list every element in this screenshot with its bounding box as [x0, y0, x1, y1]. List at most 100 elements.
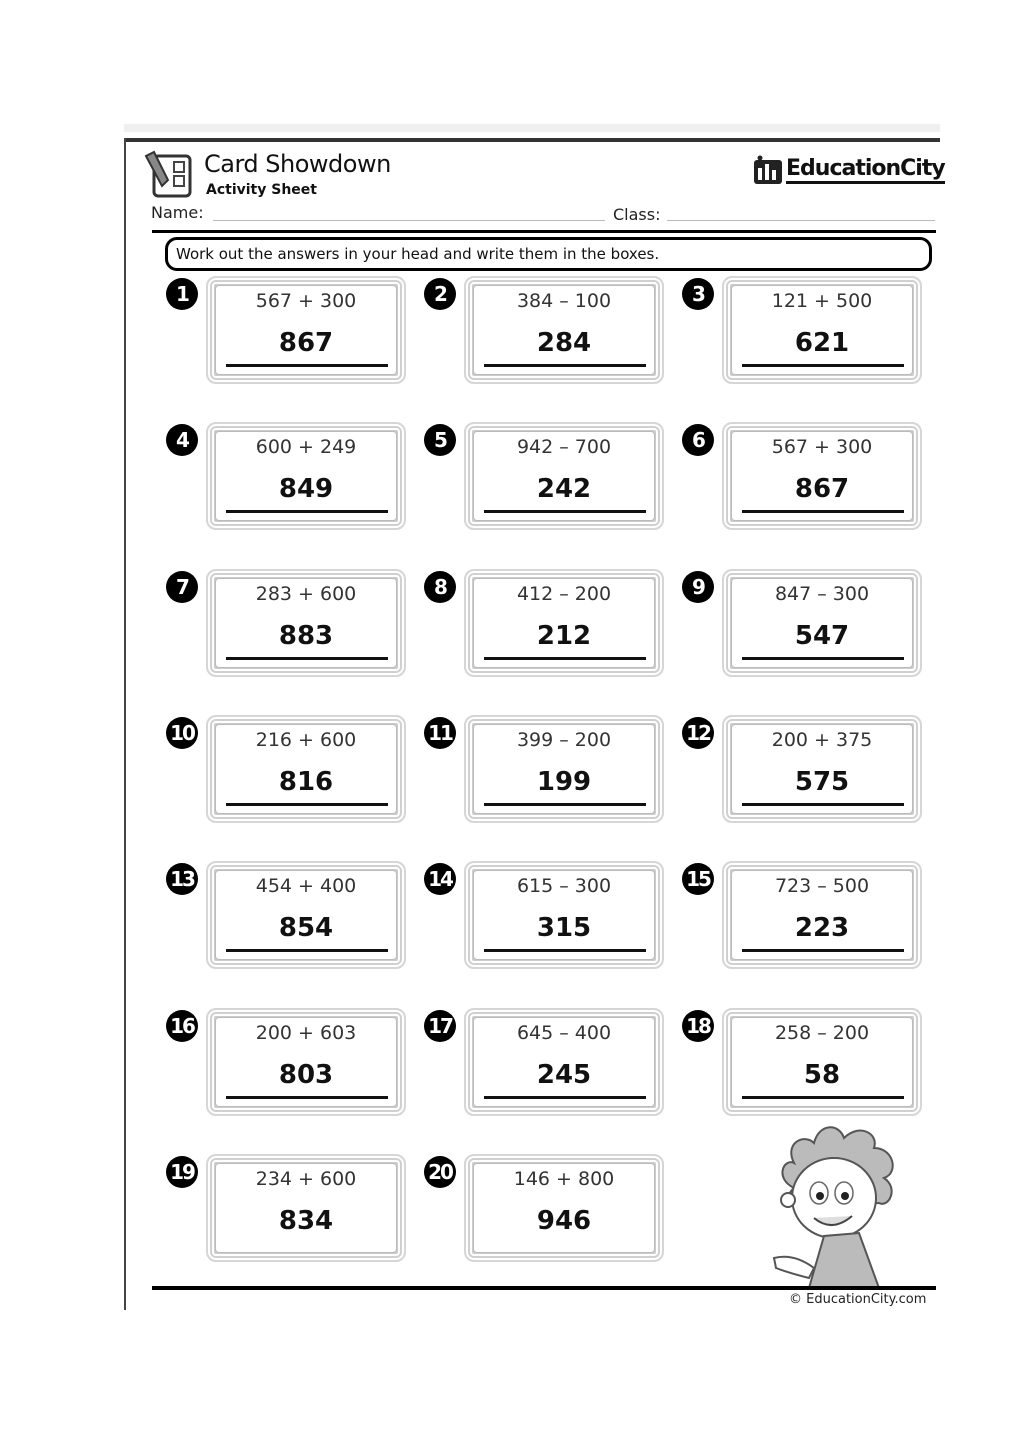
answer-underline — [226, 364, 388, 367]
answer-underline — [484, 657, 646, 660]
answer-underline — [484, 803, 646, 806]
problem-question: 200 + 375 — [771, 729, 873, 751]
problem-question: 258 – 200 — [774, 1022, 870, 1044]
problem-number-badge: 19 — [166, 1156, 198, 1188]
answer-field[interactable]: 834 — [206, 1206, 406, 1236]
answer-field[interactable]: 867 — [206, 328, 406, 358]
answer-underline — [742, 364, 904, 367]
problem-card: 16 200 + 603 803 — [166, 1008, 406, 1120]
answer-field[interactable]: 621 — [722, 328, 922, 358]
brand-name: EducationCity — [786, 156, 946, 184]
problem-question: 121 + 500 — [771, 290, 873, 312]
problem-card: 17 645 – 400 245 — [424, 1008, 664, 1120]
problem-question: 567 + 300 — [255, 290, 357, 312]
problem-card: 11 399 – 200 199 — [424, 715, 664, 827]
answer-underline — [226, 949, 388, 952]
problem-number-badge: 6 — [682, 424, 714, 456]
problem-card: 6 567 + 300 867 — [682, 422, 922, 534]
problem-card: 3 121 + 500 621 — [682, 276, 922, 388]
answer-field[interactable]: 854 — [206, 913, 406, 943]
name-field[interactable] — [213, 220, 605, 221]
answer-underline — [226, 803, 388, 806]
problem-question: 412 – 200 — [516, 583, 612, 605]
class-field[interactable] — [667, 220, 935, 221]
problem-number-badge: 9 — [682, 571, 714, 603]
problem-card: 13 454 + 400 854 — [166, 861, 406, 973]
class-label: Class: — [613, 205, 661, 224]
problem-question: 384 – 100 — [516, 290, 612, 312]
answer-underline — [742, 657, 904, 660]
problem-question: 645 – 400 — [516, 1022, 612, 1044]
answer-underline — [484, 1096, 646, 1099]
answer-underline — [742, 1096, 904, 1099]
problem-number-badge: 13 — [166, 863, 198, 895]
answer-field[interactable]: 816 — [206, 767, 406, 797]
problem-question: 847 – 300 — [774, 583, 870, 605]
answer-underline — [226, 657, 388, 660]
problem-card: 5 942 – 700 242 — [424, 422, 664, 534]
activity-sheet-icon — [144, 150, 192, 198]
answer-field[interactable]: 245 — [464, 1060, 664, 1090]
answer-underline — [742, 803, 904, 806]
answer-field[interactable]: 242 — [464, 474, 664, 504]
problem-question: 200 + 603 — [255, 1022, 357, 1044]
answer-underline — [226, 510, 388, 513]
answer-underline — [742, 510, 904, 513]
page-subtitle: Activity Sheet — [206, 182, 317, 198]
problem-card: 10 216 + 600 816 — [166, 715, 406, 827]
problem-question: 454 + 400 — [255, 875, 357, 897]
problem-card: 7 283 + 600 883 — [166, 569, 406, 681]
answer-field[interactable]: 883 — [206, 621, 406, 651]
problem-card: 19 234 + 600 834 — [166, 1154, 406, 1266]
header-top-rule — [124, 138, 940, 142]
problem-number-badge: 16 — [166, 1010, 198, 1042]
problem-card: 15 723 – 500 223 — [682, 861, 922, 973]
brand-logo: EducationCity — [752, 154, 946, 186]
problem-card: 20 146 + 800 946 — [424, 1154, 664, 1266]
answer-underline — [226, 1096, 388, 1099]
problem-card: 14 615 – 300 315 — [424, 861, 664, 973]
answer-field[interactable]: 223 — [722, 913, 922, 943]
answer-field[interactable]: 547 — [722, 621, 922, 651]
problem-card: 9 847 – 300 547 — [682, 569, 922, 681]
problem-number-badge: 11 — [424, 717, 456, 749]
problem-card: 18 258 – 200 58 — [682, 1008, 922, 1120]
problem-question: 283 + 600 — [255, 583, 357, 605]
problem-number-badge: 18 — [682, 1010, 714, 1042]
answer-underline — [484, 949, 646, 952]
page-title: Card Showdown — [204, 150, 391, 178]
problem-number-badge: 4 — [166, 424, 198, 456]
problem-number-badge: 20 — [424, 1156, 456, 1188]
answer-field[interactable]: 849 — [206, 474, 406, 504]
problem-question: 567 + 300 — [771, 436, 873, 458]
answer-field[interactable]: 803 — [206, 1060, 406, 1090]
problem-question: 600 + 249 — [255, 436, 357, 458]
city-logo-icon — [754, 155, 782, 184]
answer-underline — [484, 364, 646, 367]
problem-card: 2 384 – 100 284 — [424, 276, 664, 388]
problem-number-badge: 3 — [682, 278, 714, 310]
answer-field[interactable]: 58 — [722, 1060, 922, 1090]
copyright-text: © EducationCity.com — [789, 1292, 927, 1307]
header-divider — [152, 230, 936, 233]
instructions-box: Work out the answers in your head and wr… — [165, 237, 932, 271]
problem-number-badge: 15 — [682, 863, 714, 895]
problem-number-badge: 5 — [424, 424, 456, 456]
answer-field[interactable]: 199 — [464, 767, 664, 797]
problem-question: 723 – 500 — [774, 875, 870, 897]
answer-field[interactable]: 867 — [722, 474, 922, 504]
problem-question: 942 – 700 — [516, 436, 612, 458]
problem-number-badge: 8 — [424, 571, 456, 603]
answer-field[interactable]: 575 — [722, 767, 922, 797]
answer-field[interactable]: 284 — [464, 328, 664, 358]
problem-card: 12 200 + 375 575 — [682, 715, 922, 827]
answer-field[interactable]: 946 — [464, 1206, 664, 1236]
page-top-edge — [124, 124, 940, 132]
problem-question: 615 – 300 — [516, 875, 612, 897]
name-label: Name: — [151, 203, 204, 222]
problem-card: 4 600 + 249 849 — [166, 422, 406, 534]
problem-card: 8 412 – 200 212 — [424, 569, 664, 681]
answer-field[interactable]: 212 — [464, 621, 664, 651]
answer-field[interactable]: 315 — [464, 913, 664, 943]
footer-rule — [152, 1286, 936, 1290]
